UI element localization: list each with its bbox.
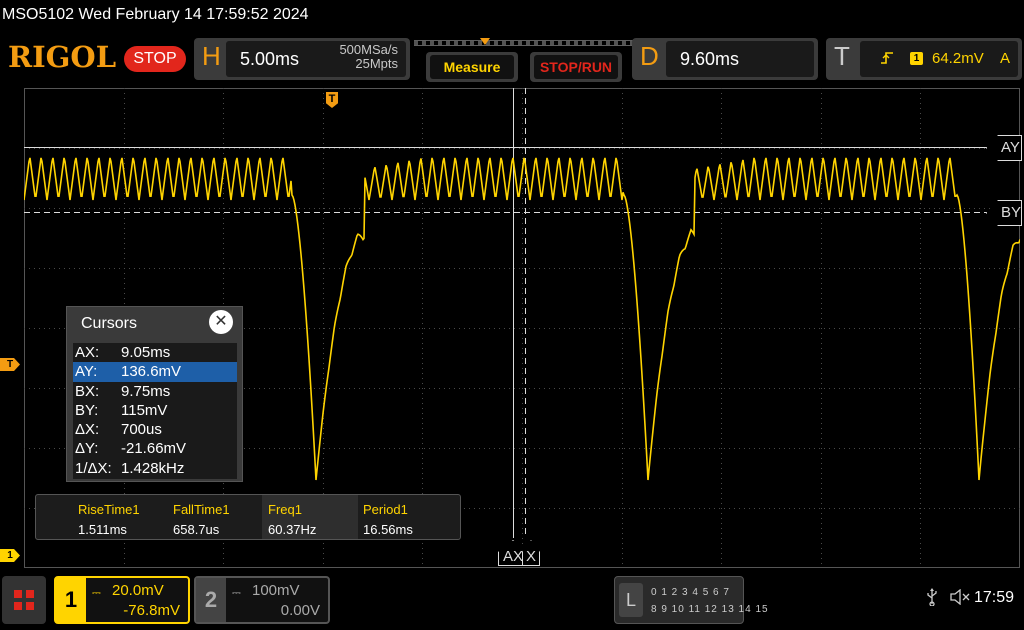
ch2-offset: 0.00V: [280, 602, 320, 619]
cursor-row-inv-dx: 1/ΔX: 1.428kHz: [73, 459, 237, 478]
trigger-mode: A: [999, 50, 1010, 67]
measurement-item[interactable]: FallTime1 658.7us: [167, 495, 263, 539]
measurement-item[interactable]: Freq1 60.37Hz: [262, 495, 358, 539]
rigol-logo: RIGOL: [8, 40, 117, 74]
cursor-key: AX:: [75, 344, 100, 361]
horizontal-panel[interactable]: H 5.00ms 500MSa/s 25Mpts: [194, 38, 410, 80]
logic-channels-button[interactable]: L 0 1 2 3 4 5 6 7 8 9 10 11 12 13 14 15: [614, 576, 768, 624]
device-title: MSO5102 Wed February 14 17:59:52 2024: [2, 6, 309, 23]
top-bar: MSO5102 Wed February 14 17:59:52 2024 RI…: [0, 0, 1024, 88]
delay-panel[interactable]: D 9.60ms: [632, 38, 818, 80]
run-state-badge[interactable]: STOP: [124, 46, 186, 72]
ch2-number: 2: [196, 578, 226, 622]
rising-edge-icon: [880, 51, 894, 68]
measurement-value: 658.7us: [173, 522, 220, 537]
memory-depth: 25Mpts: [355, 56, 398, 71]
measure-button[interactable]: Measure: [426, 52, 518, 82]
measurement-panel[interactable]: RiseTime1 1.511ms FallTime1 658.7us Freq…: [35, 494, 461, 540]
stop-run-label: STOP/RUN: [534, 55, 618, 79]
menu-grid-icon: [26, 590, 34, 598]
cursor-key: ΔY:: [75, 440, 99, 458]
measurement-value: 16.56ms: [363, 522, 413, 537]
trigger-panel[interactable]: T 1 64.2mV A: [826, 38, 1022, 80]
cursor-value: -21.66mV: [121, 440, 187, 458]
measurement-label: RiseTime1: [78, 502, 140, 517]
logic-row-high: 8 9 10 11 12 13 14 15: [651, 604, 769, 615]
ch1-offset: -76.8mV: [123, 602, 180, 619]
cursor-row-dy: ΔY: -21.66mV: [73, 439, 237, 458]
measurement-value: 60.37Hz: [268, 522, 317, 537]
memory-bar: [414, 40, 634, 46]
menu-grid-icon: [14, 602, 22, 610]
trigger-level-value: 64.2mV: [932, 50, 984, 67]
delay-readout: 9.60ms: [666, 41, 814, 77]
cursor-value: 1.428kHz: [121, 459, 185, 477]
dc-coupling-icon: ⎓: [232, 587, 241, 599]
cursor-key: BX:: [75, 382, 100, 400]
ch1-scale: 20.0mV: [112, 582, 164, 599]
stop-run-button[interactable]: STOP/RUN: [530, 52, 622, 82]
cursor-key: BY:: [75, 401, 99, 419]
delay-letter: D: [640, 41, 659, 71]
trigger-position-bar: [414, 38, 634, 48]
trigger-level-marker[interactable]: T: [0, 358, 20, 371]
cursor-value: 115mV: [121, 401, 168, 419]
logic-label: L: [619, 583, 643, 617]
menu-grid-icon: [26, 602, 34, 610]
logic-row-low: 0 1 2 3 4 5 6 7: [651, 587, 730, 598]
cursor-row-dx: ΔX: 700us: [73, 420, 237, 439]
delay-value: 9.60ms: [680, 49, 740, 69]
ch2-settings-button[interactable]: 2 ⎓ 100mV 0.00V: [194, 576, 330, 624]
cursor-value: 9.05ms: [121, 344, 171, 361]
clock: 17:59: [974, 589, 1015, 606]
cursor-row-ax[interactable]: AX: 9.05ms: [73, 343, 237, 362]
ch1-offset-marker[interactable]: 1: [0, 549, 20, 562]
timebase-value: 5.00ms: [240, 49, 300, 69]
ch1-number: 1: [56, 578, 86, 622]
cursor-key: AY:: [75, 363, 98, 381]
horizontal-letter: H: [202, 41, 221, 71]
sample-rate-info: 500MSa/s 25Mpts: [339, 43, 398, 71]
ch2-scale: 100mV: [252, 582, 300, 599]
cursor-row-bx[interactable]: BX: 9.75ms: [73, 382, 237, 401]
cursor-value: 136.6mV: [121, 363, 182, 381]
measurement-label: FallTime1: [173, 502, 230, 517]
measurement-label: Period1: [363, 502, 408, 517]
dc-coupling-icon: ⎓: [92, 587, 101, 599]
cursor-key: 1/ΔX:: [75, 459, 112, 477]
trigger-readout: 1 64.2mV A: [860, 41, 1018, 77]
close-icon[interactable]: ✕: [209, 310, 233, 334]
cursor-row-by[interactable]: BY: 115mV: [73, 401, 237, 420]
measure-label: Measure: [430, 55, 514, 79]
measurement-value: 1.511ms: [78, 522, 127, 537]
cursor-row-ay[interactable]: AY: 136.6mV: [73, 362, 237, 382]
trigger-letter: T: [834, 41, 850, 71]
menu-grid-icon: [14, 590, 22, 598]
cursor-value: 700us: [121, 421, 162, 439]
main-menu-button[interactable]: [2, 576, 46, 624]
speaker-muted-icon[interactable]: [950, 588, 970, 610]
sample-rate: 500MSa/s: [339, 42, 398, 57]
measurement-item[interactable]: Period1 16.56ms: [357, 495, 453, 539]
trigger-position-indicator: [480, 38, 490, 45]
trigger-source: 1: [910, 52, 923, 65]
bottom-bar: 1 ⎓ 20.0mV -76.8mV 2 ⎓ 100mV 0.00V L 0 1…: [0, 570, 1024, 630]
cursor-key: ΔX:: [75, 421, 100, 439]
ch1-settings-button[interactable]: 1 ⎓ 20.0mV -76.8mV: [54, 576, 190, 624]
usb-icon: [926, 588, 938, 611]
horizontal-readout: 5.00ms 500MSa/s 25Mpts: [226, 41, 406, 77]
measurement-label: Freq1: [268, 502, 302, 517]
cursors-readout: AX: 9.05ms AY: 136.6mV BX: 9.75ms BY: 115mV …: [73, 343, 237, 479]
cursors-dialog-title: Cursors: [81, 315, 138, 332]
cursor-value: 9.75ms: [121, 382, 171, 400]
measurement-item[interactable]: RiseTime1 1.511ms: [72, 495, 168, 539]
